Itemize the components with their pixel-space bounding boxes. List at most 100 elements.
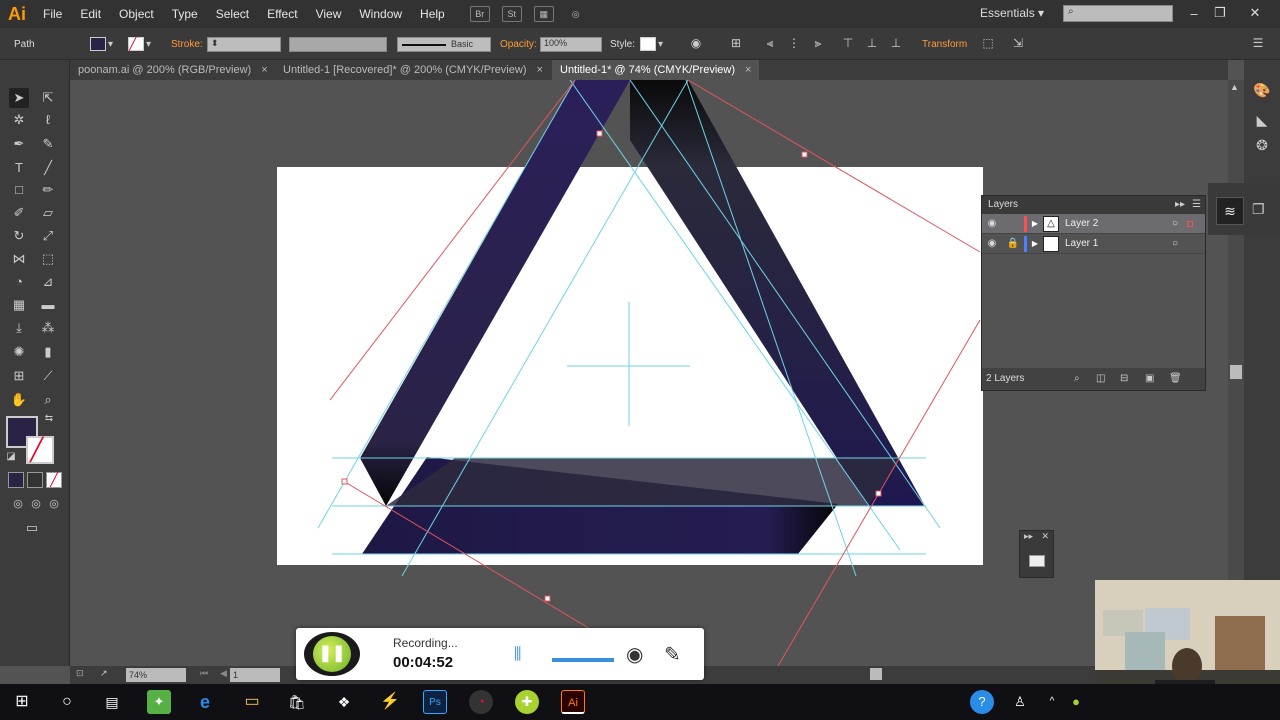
eyedropper-tool-icon[interactable]: ⤓ (9, 318, 29, 338)
locate-object-icon[interactable]: ⌕ (1074, 368, 1080, 390)
slice-tool-icon[interactable]: ⟋ (38, 366, 58, 386)
visibility-eye-icon[interactable]: ◉ (982, 218, 1002, 229)
workspace-switcher[interactable]: Essentials ▾ (980, 6, 1044, 20)
menu-help[interactable]: Help (411, 7, 454, 21)
close-icon[interactable]: ✕ (1243, 2, 1267, 24)
expand-arrow-icon[interactable]: ▶ (1027, 219, 1043, 228)
brushes-panel-icon[interactable]: ◣ (1252, 110, 1272, 130)
file-explorer-icon[interactable]: ▭ (240, 690, 264, 714)
arrange-documents-icon[interactable]: ▦ (533, 6, 554, 22)
artboard-tool-icon[interactable]: ⊞ (9, 366, 29, 386)
pause-recording-button[interactable]: ❚❚ (304, 632, 360, 676)
menu-file[interactable]: File (34, 7, 71, 21)
lasso-tool-icon[interactable]: ℓ (38, 110, 58, 130)
tray-recorder-icon[interactable]: ● (1064, 690, 1088, 714)
menu-type[interactable]: Type (163, 7, 207, 21)
selection-tool-icon[interactable]: ➤ (9, 88, 29, 108)
windows-start-icon[interactable]: ⊞ (10, 690, 34, 714)
delete-layer-icon[interactable]: 🗑 (1169, 368, 1182, 390)
horizontal-scroll-thumb[interactable] (870, 668, 882, 680)
previous-artboard-icon[interactable]: ◀ (220, 668, 227, 679)
menu-object[interactable]: Object (110, 7, 163, 21)
lock-icon[interactable]: 🔒 (1002, 238, 1024, 249)
fill-swatch[interactable]: ▾ (90, 36, 113, 52)
align-center-icon[interactable]: ⋮ (786, 36, 802, 50)
recolor-artwork-icon[interactable]: ◉ (688, 36, 704, 50)
stroke-weight-stepper[interactable]: ⬍ (207, 36, 281, 52)
vertical-scrollbar[interactable]: ▲ (1228, 80, 1244, 666)
hand-tool-icon[interactable]: ✋ (9, 390, 29, 410)
expand-arrow-icon[interactable]: ▶ (1027, 239, 1043, 248)
stock-icon[interactable]: St (501, 6, 522, 22)
stroke-swatch[interactable]: ╱ ▾ (128, 36, 151, 52)
layer-name[interactable]: Layer 1 (1065, 238, 1098, 249)
search-input[interactable]: ⌕ (1063, 5, 1173, 22)
color-guide-icon[interactable]: 🎨 (1252, 80, 1272, 100)
opacity-input[interactable]: 100% (540, 36, 602, 52)
zoom-tool-icon[interactable]: ⌕ (38, 390, 58, 410)
pen-tool-icon[interactable]: ✒ (9, 134, 29, 154)
layer-row-1[interactable]: ◉ 🔒 ▶ Layer 1 ○ (982, 234, 1205, 254)
none-mode-icon[interactable]: ╱ (46, 472, 62, 488)
arrange-icon[interactable]: ⇲ (1010, 36, 1026, 50)
menu-window[interactable]: Window (350, 7, 411, 21)
gradient-mode-icon[interactable] (27, 472, 43, 488)
align-left-icon[interactable]: ⫷ (762, 36, 778, 50)
scroll-thumb[interactable] (1230, 365, 1242, 379)
align-to-icon[interactable]: ⊞ (728, 36, 744, 50)
stroke-label[interactable]: Stroke: (171, 36, 203, 52)
task-view-icon[interactable]: ▤ (100, 690, 124, 714)
minimize-icon[interactable]: – (1182, 2, 1206, 24)
align-bottom-icon[interactable]: ⊥ (888, 36, 904, 50)
target-icon[interactable]: ○ (1172, 238, 1178, 249)
visual-studio-icon[interactable]: ⚡ (378, 690, 402, 714)
artboards-panel-icon[interactable]: ❐ (1252, 201, 1265, 218)
symbols-panel-icon[interactable]: ❂ (1252, 135, 1272, 155)
layer-row-2[interactable]: ◉ ▶ △ Layer 2 ○ (982, 214, 1205, 234)
column-graph-tool-icon[interactable]: ▮ (38, 342, 58, 362)
rotate-tool-icon[interactable]: ↻ (9, 226, 29, 246)
new-sublayer-icon[interactable]: ⊟ (1120, 368, 1128, 390)
tab-untitled-recovered[interactable]: Untitled-1 [Recovered]* @ 200% (CMYK/Pre… (275, 60, 551, 80)
perspective-grid-tool-icon[interactable]: ⊿ (38, 272, 58, 292)
opacity-label[interactable]: Opacity: (500, 36, 537, 52)
tab-poonam[interactable]: poonam.ai @ 200% (RGB/Preview) × (70, 60, 276, 80)
help-icon[interactable]: ? (970, 690, 994, 714)
close-panel-icon[interactable]: ✕ (1041, 531, 1049, 542)
dropbox-icon[interactable]: ❖ (332, 690, 356, 714)
draw-behind-icon[interactable]: ◎ (26, 494, 46, 514)
layers-panel-icon[interactable]: ≋ (1216, 197, 1244, 225)
eraser-tool-icon[interactable]: ▱ (38, 203, 58, 223)
restore-icon[interactable]: ❐ (1208, 2, 1232, 24)
illustrator-taskbar-icon[interactable]: Ai (561, 690, 585, 714)
align-right-icon[interactable]: ⫸ (810, 36, 826, 50)
wpm-app-icon[interactable]: ◔ (469, 690, 493, 714)
isolate-icon[interactable]: ⬚ (980, 36, 996, 50)
stroke-color-box[interactable]: ╱ (26, 436, 54, 464)
symbol-sprayer-tool-icon[interactable]: ✺ (9, 342, 29, 362)
menu-select[interactable]: Select (207, 7, 258, 21)
rotate-view-icon[interactable]: ⊡ (76, 668, 84, 679)
variable-width-dropdown[interactable] (289, 36, 387, 52)
style-swatch[interactable]: ▾ (640, 36, 663, 52)
close-tab-icon[interactable]: × (536, 64, 542, 76)
align-middle-icon[interactable]: ⊥ (864, 36, 880, 50)
color-mode-icon[interactable] (8, 472, 24, 488)
cortana-search-icon[interactable]: ○ (55, 690, 79, 714)
tab-untitled-1[interactable]: Untitled-1* @ 74% (CMYK/Preview) × (552, 60, 760, 80)
draw-inside-icon[interactable]: ◎ (44, 494, 64, 514)
shape-builder-tool-icon[interactable]: ◔ (9, 272, 29, 292)
direct-selection-tool-icon[interactable]: ⇱ (38, 88, 58, 108)
tray-expand-icon[interactable]: ^ (1040, 690, 1064, 714)
line-tool-icon[interactable]: ╱ (38, 158, 58, 178)
artboard-number-input[interactable]: 1 (230, 668, 280, 682)
people-icon[interactable]: ♙ (1008, 690, 1032, 714)
rectangle-tool-icon[interactable]: □ (9, 180, 29, 200)
type-tool-icon[interactable]: T (9, 158, 29, 178)
close-tab-icon[interactable]: × (261, 64, 267, 76)
mesh-tool-icon[interactable]: ▦ (9, 295, 29, 315)
blend-tool-icon[interactable]: ⁂ (38, 318, 58, 338)
pencil-tool-icon[interactable]: ✐ (9, 203, 29, 223)
volume-slider[interactable] (552, 658, 614, 662)
expand-panel-icon[interactable]: ▸▸ (1024, 531, 1033, 542)
